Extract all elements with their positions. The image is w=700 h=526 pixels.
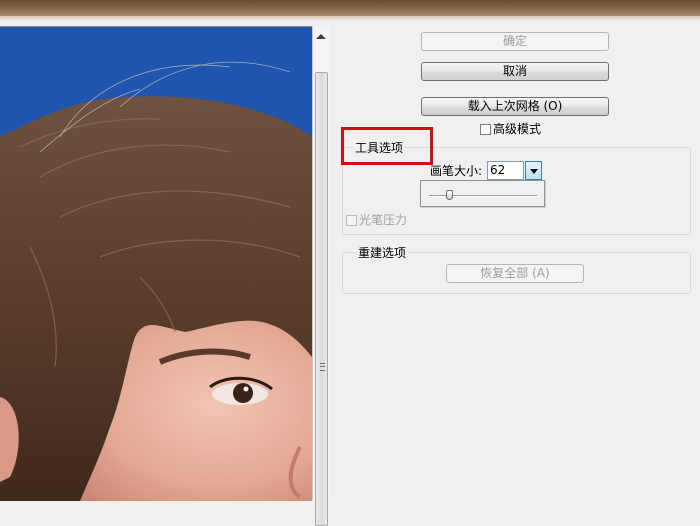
advanced-mode-checkbox[interactable]: 高级模式 bbox=[480, 122, 541, 137]
restore-all-button[interactable]: 恢复全部 (A) bbox=[446, 264, 584, 283]
brush-size-input[interactable]: 62 bbox=[487, 161, 524, 180]
scrollbar-thumb[interactable] bbox=[315, 72, 328, 526]
brush-size-slider-popup bbox=[420, 180, 545, 207]
checkbox-icon[interactable] bbox=[480, 124, 491, 135]
scroll-grip-icon bbox=[320, 363, 325, 371]
ok-button[interactable]: 确定 bbox=[421, 32, 609, 51]
brush-size-label: 画笔大小: bbox=[430, 164, 483, 178]
image-preview-canvas[interactable] bbox=[0, 26, 312, 501]
photo-preview-image bbox=[0, 27, 312, 501]
slider-thumb-icon[interactable] bbox=[446, 190, 453, 200]
advanced-mode-label: 高级模式 bbox=[493, 122, 542, 136]
highlight-box bbox=[341, 127, 433, 165]
preview-vertical-scrollbar[interactable] bbox=[312, 26, 330, 526]
cancel-button[interactable]: 取消 bbox=[421, 62, 609, 81]
stylus-pressure-label: 光笔压力 bbox=[359, 213, 408, 227]
dropdown-arrow-icon[interactable] bbox=[525, 161, 542, 180]
checkbox-icon[interactable] bbox=[346, 215, 357, 226]
options-panel: 确定 取消 载入上次网格 (O) 高级模式 工具选项 画笔大小: 62 光笔压力… bbox=[330, 20, 700, 500]
load-last-mesh-button[interactable]: 载入上次网格 (O) bbox=[421, 97, 609, 116]
stylus-pressure-checkbox[interactable]: 光笔压力 bbox=[346, 213, 407, 228]
scroll-up-arrow-icon[interactable] bbox=[316, 34, 326, 39]
reconstruct-options-title: 重建选项 bbox=[356, 246, 409, 260]
